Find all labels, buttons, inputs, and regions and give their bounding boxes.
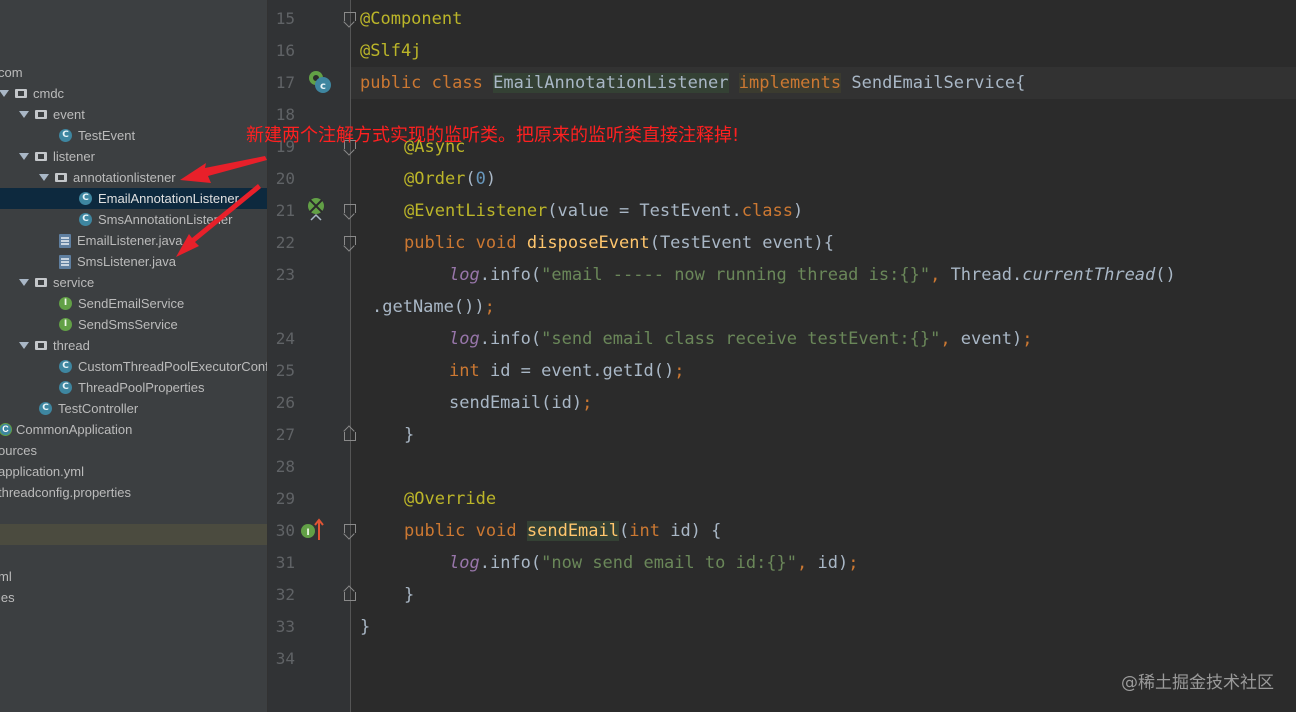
watermark: @稀土掘金技术社区: [1121, 673, 1274, 693]
callout-arrow-lower: [176, 184, 261, 257]
callout-annotation: 新建两个注解方式实现的监听类。把原来的监听类直接注释掉!: [246, 125, 740, 146]
callout-arrow-upper: [180, 156, 267, 183]
callout-arrows: [176, 156, 267, 257]
